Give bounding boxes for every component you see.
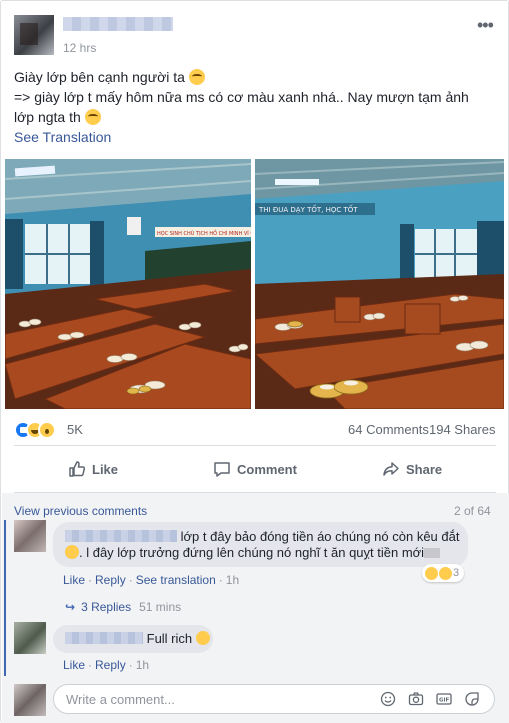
post-body: Giày lớp bên cạnh người ta => giày lớp t… — [14, 67, 494, 127]
classroom-photo-left-image: HỌC SINH CHÚ TỊCH HỒ CHÍ MINH VĨ ĐẠI — [5, 159, 251, 409]
comment-text: Full rich — [146, 631, 193, 646]
author-avatar[interactable] — [14, 15, 54, 55]
post-text-line-3: lớp ngta th — [14, 109, 81, 125]
comment-bubble-icon — [214, 462, 230, 477]
comment-reaction-badge[interactable]: 3 — [422, 564, 465, 582]
comment-reply-link[interactable]: Reply — [95, 658, 126, 672]
replies-count: 3 Replies — [81, 600, 132, 614]
like-button-label: Like — [92, 461, 119, 477]
wow-reaction-icon — [38, 421, 56, 439]
see-translation-link[interactable]: See Translation — [14, 129, 111, 145]
sticker-icon[interactable] — [464, 691, 480, 707]
comment-text-line-1: lớp t đây bảo đóng tiền áo chúng nó còn … — [180, 529, 460, 544]
write-comment-placeholder: Write a comment... — [66, 692, 175, 707]
comment-highlight-rail — [4, 620, 6, 676]
post-text-line-1: Giày lớp bên cạnh người ta — [14, 69, 185, 85]
reply-arrow-icon: ↪ — [65, 600, 76, 614]
comment-actions: Like · Reply · 1h — [63, 658, 150, 672]
comment-highlight-rail — [4, 520, 6, 620]
comment-button[interactable]: Comment — [213, 457, 297, 481]
comment-timestamp[interactable]: 1h — [136, 658, 149, 672]
write-comment-input[interactable]: Write a comment... GIF — [53, 684, 495, 714]
yum-emoji-icon — [195, 631, 210, 645]
comment-see-translation-link[interactable]: See translation — [136, 573, 216, 587]
comment-timestamp[interactable]: 1h — [226, 573, 239, 587]
divider — [14, 445, 496, 446]
share-button[interactable]: Share — [382, 457, 442, 481]
comment-bubble: Full rich — [53, 625, 213, 653]
comment-bubble: lớp t đây bảo đóng tiền áo chúng nó còn … — [53, 522, 468, 567]
laughing-emoji-icon — [65, 545, 79, 559]
author-name-blurred[interactable] — [63, 17, 173, 31]
shares-count-link[interactable]: 194 Shares — [429, 422, 496, 437]
comment-reaction-count: 3 — [453, 567, 460, 579]
classroom-photo-right-image: THI ĐUA DẠY TỐT, HỌC TỐT — [255, 159, 504, 409]
right-banner-text: THI ĐUA DẠY TỐT, HỌC TỐT — [258, 204, 358, 214]
commenter-name-blurred[interactable] — [65, 530, 177, 542]
share-button-label: Share — [406, 461, 443, 477]
view-replies-link[interactable]: ↪ 3 Replies 51 mins — [65, 600, 181, 614]
comment-like-link[interactable]: Like — [63, 573, 85, 587]
classroom-photo-right[interactable]: THI ĐUA DẠY TỐT, HỌC TỐT — [255, 159, 504, 409]
more-options-icon[interactable]: ••• — [477, 16, 494, 34]
blurred-text — [424, 548, 441, 558]
commenter-avatar[interactable] — [14, 520, 46, 552]
gif-icon[interactable]: GIF — [436, 691, 452, 707]
comment-reply-link[interactable]: Reply — [95, 573, 126, 587]
post-card: 12 hrs ••• Giày lớp bên cạnh người ta =>… — [0, 0, 509, 723]
comments-count-link[interactable]: 64 Comments — [348, 422, 429, 437]
laughing-emoji-icon — [84, 109, 101, 125]
svg-text:GIF: GIF — [439, 698, 450, 704]
reaction-count[interactable]: 5K — [67, 422, 83, 437]
replies-timestamp: 51 mins — [139, 600, 182, 614]
like-button[interactable]: Like — [68, 457, 118, 481]
comment-text-line-2: . l đây lớp trưởng đứng lên chúng nó ngh… — [79, 545, 425, 560]
post-text-line-2: => giày lớp t mấy hôm nữa ms có cơ màu x… — [14, 89, 469, 105]
comment-button-label: Comment — [237, 461, 297, 477]
smiley-icon[interactable] — [380, 691, 396, 707]
post-timestamp[interactable]: 12 hrs — [63, 41, 96, 55]
comment-actions: Like · Reply · See translation · 1h — [63, 573, 240, 587]
haha-reaction-icon — [425, 566, 438, 580]
comment-page-count: 2 of 64 — [454, 504, 491, 518]
share-arrow-icon — [383, 462, 399, 476]
comment-like-link[interactable]: Like — [63, 658, 85, 672]
sad-reaction-icon — [439, 566, 452, 580]
laughing-emoji-icon — [188, 69, 205, 85]
camera-icon[interactable] — [408, 691, 424, 707]
current-user-avatar — [14, 684, 46, 716]
view-previous-comments-link[interactable]: View previous comments — [14, 504, 147, 518]
reaction-icons[interactable] — [14, 421, 66, 439]
thumbs-up-icon — [69, 461, 86, 477]
commenter-avatar[interactable] — [14, 622, 46, 654]
commenter-name-blurred[interactable] — [65, 632, 143, 644]
classroom-photo-left[interactable]: HỌC SINH CHÚ TỊCH HỒ CHÍ MINH VĨ ĐẠI — [5, 159, 251, 409]
